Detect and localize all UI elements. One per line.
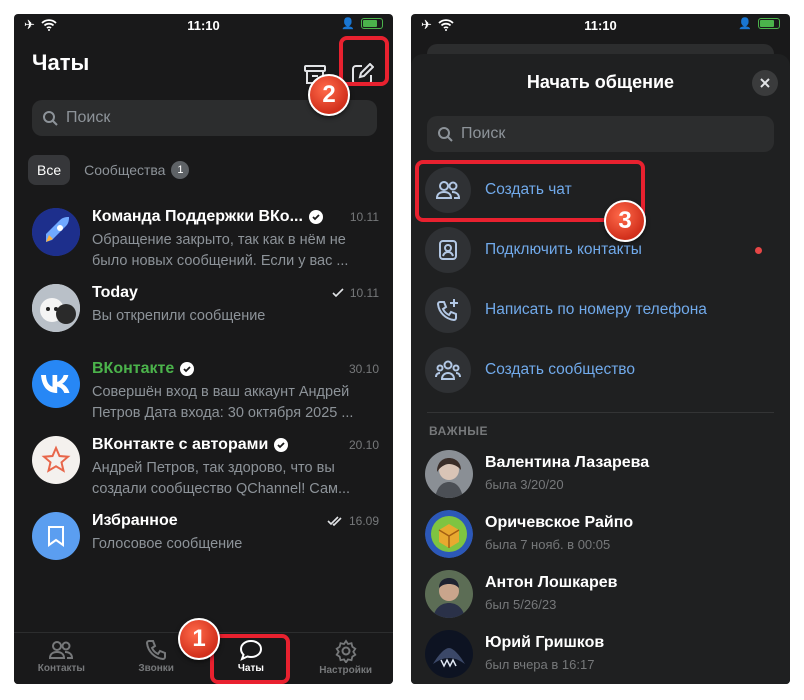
battery-icon: [758, 18, 780, 29]
sheet-title: Начать общение: [526, 72, 675, 92]
chat-item-favorites[interactable]: Избранное 16.09 Голосовое сообщение: [14, 512, 393, 588]
contact-item[interactable]: Антон Лошкарев был 5/26/23: [411, 570, 790, 630]
connect-contacts-button[interactable]: Подключить контакты: [411, 220, 790, 280]
page-title: Чаты: [32, 50, 90, 75]
search-input[interactable]: Поиск: [427, 116, 774, 152]
avatar: [425, 570, 473, 618]
divider: [427, 412, 774, 413]
section-label-important: ВАЖНЫЕ: [429, 424, 488, 438]
status-bar: ✈ 11:10 👤: [411, 14, 790, 38]
filter-communities-label: Сообщества: [84, 162, 166, 178]
chat-preview: Андрей Петров, так здорово, что вы созда…: [92, 460, 351, 497]
alarm-icon: 👤: [341, 18, 355, 30]
chat-name: ВКонтакте: [92, 360, 175, 377]
filter-all[interactable]: Все: [28, 155, 71, 185]
chat-name: Команда Поддержки ВКо...: [92, 208, 303, 225]
contact-status: была 3/20/20: [485, 477, 564, 492]
search-placeholder: Поиск: [66, 109, 111, 126]
contact-name: Валентина Лазарева: [485, 454, 650, 471]
avatar-rocket: [32, 208, 80, 256]
verified-icon: [180, 362, 195, 376]
step-badge-1: 1: [178, 618, 220, 660]
create-community-label: Создать сообщество: [485, 361, 635, 378]
avatar: [425, 450, 473, 498]
highlight-chats-tab: [210, 634, 290, 684]
contact-name: Оричевское Райпо: [485, 514, 634, 531]
step-badge-3: 3: [604, 200, 646, 242]
contact-item[interactable]: Юрий Гришков был вчера в 16:17: [411, 630, 790, 684]
contact-item[interactable]: Оричевское Райпо была 7 нояб. в 00:05: [411, 510, 790, 570]
status-bar: ✈ 11:10 👤: [14, 14, 393, 38]
avatar: [425, 630, 473, 678]
close-button[interactable]: [752, 70, 778, 96]
double-check-icon: [327, 516, 342, 526]
vk-logo-icon: [32, 360, 80, 408]
check-icon: [332, 288, 344, 298]
contact-status: был 5/26/23: [485, 597, 557, 612]
chat-preview: Вы открепили сообщение: [92, 308, 266, 324]
chat-time: 30.10: [348, 362, 379, 376]
tab-contacts[interactable]: Контакты: [14, 633, 109, 684]
chat-filters: Все Сообщества 1: [28, 155, 190, 185]
avatar-marshmello: [32, 284, 80, 332]
write-by-phone-label: Написать по номеру телефона: [485, 301, 707, 318]
gear-icon: [335, 639, 357, 663]
status-time: 11:10: [187, 18, 220, 33]
start-conversation-screen: ✈ 11:10 👤 Начать общение Поиск Создать ч…: [411, 14, 790, 684]
chat-name: Today: [92, 284, 138, 301]
chat-preview: Голосовое сообщение: [92, 536, 243, 552]
filter-communities[interactable]: Сообщества 1: [84, 161, 190, 179]
avatar: [425, 510, 473, 558]
chat-time: 10.11: [349, 286, 379, 300]
highlight-compose: [339, 36, 389, 86]
create-community-button[interactable]: Создать сообщество: [411, 340, 790, 400]
contact-card-icon: [425, 227, 471, 273]
chat-name: ВКонтакте с авторами: [92, 436, 269, 453]
chat-item-support[interactable]: Команда Поддержки ВКо... 10.11 Обращение…: [14, 208, 393, 284]
tab-settings-label: Настройки: [319, 665, 372, 676]
community-icon: [425, 347, 471, 393]
notification-dot: [755, 246, 762, 254]
contact-status: был вчера в 16:17: [485, 657, 595, 672]
phone-icon: [146, 640, 167, 661]
chat-item-vk[interactable]: ВКонтакте 30.10 Совершён вход в ваш акка…: [14, 360, 393, 436]
communities-count-badge: 1: [171, 161, 190, 179]
alarm-icon: 👤: [738, 18, 752, 30]
step-badge-2: 2: [308, 74, 350, 116]
contact-status: была 7 нояб. в 00:05: [485, 537, 611, 552]
search-placeholder: Поиск: [461, 125, 506, 142]
tab-settings[interactable]: Настройки: [298, 633, 393, 684]
chat-preview: Совершён вход в ваш аккаунт Андрей Петро…: [92, 384, 354, 421]
search-icon: [438, 127, 453, 142]
write-by-phone-button[interactable]: Написать по номеру телефона: [411, 280, 790, 340]
chat-time: 20.10: [348, 438, 379, 452]
chat-item-vk-authors[interactable]: ВКонтакте с авторами 20.10 Андрей Петров…: [14, 436, 393, 512]
tab-calls-label: Звонки: [138, 663, 174, 674]
chat-item-today[interactable]: Today 10.11 Вы открепили сообщение: [14, 284, 393, 360]
verified-icon: [308, 210, 323, 224]
connect-contacts-label: Подключить контакты: [485, 241, 642, 258]
phone-plus-icon: [425, 287, 471, 333]
contacts-icon: [49, 641, 74, 659]
contact-name: Юрий Гришков: [485, 634, 605, 651]
chat-time: 10.11: [349, 210, 379, 224]
contact-name: Антон Лошкарев: [485, 574, 618, 591]
close-icon: [760, 78, 770, 88]
chat-preview: Обращение закрыто, так как в нём не было…: [92, 232, 349, 269]
bookmark-icon: [32, 512, 80, 560]
battery-icon: [361, 18, 383, 29]
tab-contacts-label: Контакты: [37, 663, 85, 674]
star-icon: [32, 436, 80, 484]
chat-name: Избранное: [92, 512, 178, 529]
search-icon: [43, 111, 58, 126]
contact-item[interactable]: Валентина Лазарева была 3/20/20: [411, 450, 790, 510]
status-time: 11:10: [584, 18, 617, 33]
verified-icon: [274, 438, 289, 452]
chat-time: 16.09: [348, 514, 379, 528]
